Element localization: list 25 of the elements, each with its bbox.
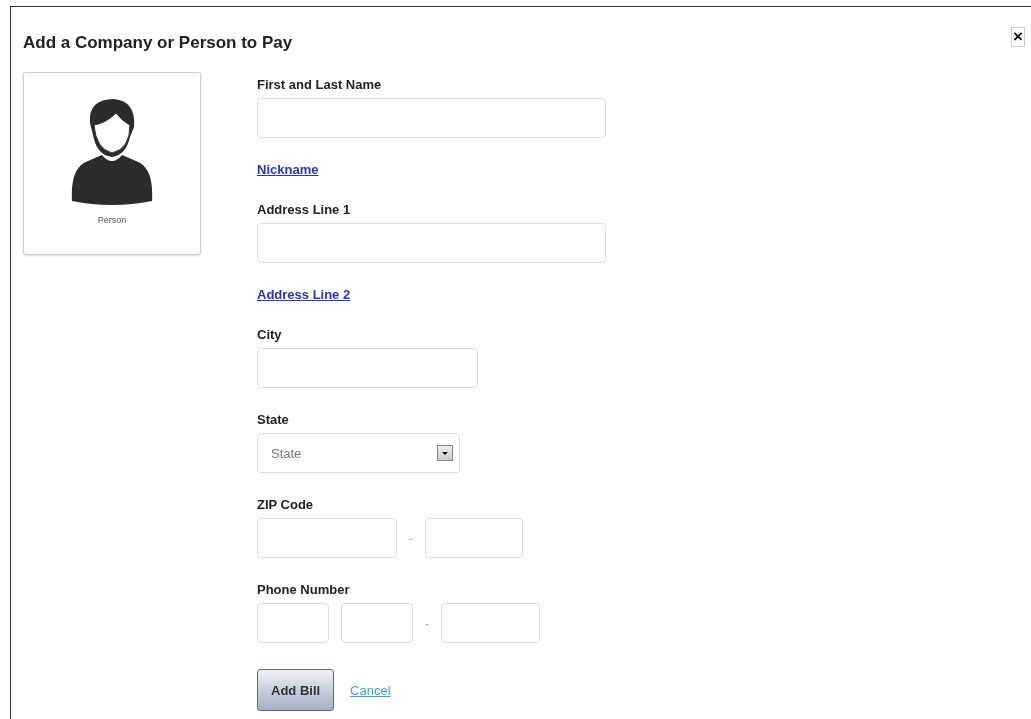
input-field[interactable] bbox=[440, 603, 540, 643]
person-caption: Person bbox=[97, 215, 127, 225]
field-label: State bbox=[257, 412, 290, 428]
input-field[interactable] bbox=[257, 348, 478, 388]
field-label: Address Line 1 bbox=[257, 202, 352, 218]
input-field[interactable] bbox=[341, 603, 413, 643]
input-field[interactable] bbox=[257, 518, 397, 558]
close-button[interactable]: × bbox=[1011, 27, 1025, 47]
field-label: City bbox=[257, 327, 283, 343]
input-field[interactable] bbox=[257, 98, 606, 138]
input-field[interactable] bbox=[257, 603, 329, 643]
separator: - bbox=[409, 532, 413, 544]
add-field-link[interactable]: Address Line 2 bbox=[257, 287, 351, 303]
field-label: First and Last Name bbox=[257, 77, 383, 93]
person-card[interactable]: Person bbox=[23, 72, 201, 255]
add-bill-button[interactable]: Add Bill bbox=[257, 669, 335, 711]
input-field[interactable] bbox=[257, 223, 606, 263]
add-field-link[interactable]: Nickname bbox=[257, 162, 319, 178]
input-field[interactable] bbox=[424, 518, 523, 558]
dialog-title: Add a Company or Person to Pay bbox=[23, 33, 293, 53]
field-label: ZIP Code bbox=[257, 497, 315, 513]
separator: - bbox=[425, 617, 429, 629]
person-silhouette-icon bbox=[70, 97, 154, 207]
state-dropdown[interactable]: State bbox=[257, 433, 460, 473]
field-label: Phone Number bbox=[257, 582, 351, 598]
